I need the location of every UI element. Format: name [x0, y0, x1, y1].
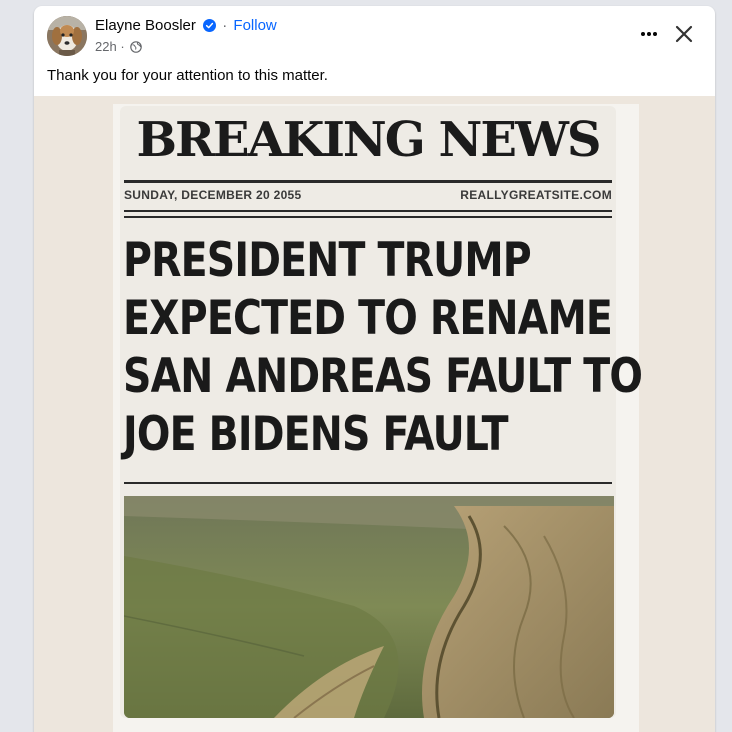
- verified-badge-icon: [203, 19, 217, 36]
- aerial-fault-photo: [124, 496, 614, 718]
- dog-avatar-image: [47, 16, 87, 56]
- post-card: Elayne Boosler · Follow 22h · Thank you …: [34, 6, 715, 732]
- post-timestamp[interactable]: 22h: [95, 39, 117, 54]
- headline-line: SAN ANDREAS FAULT TO: [123, 349, 643, 404]
- post-meta: 22h ·: [95, 39, 143, 56]
- author-avatar[interactable]: [47, 16, 87, 56]
- globe-icon[interactable]: [130, 41, 143, 56]
- post-media[interactable]: BREAKING NEWS SUNDAY, DECEMBER 20 2055 R…: [34, 96, 715, 732]
- newspaper-image: BREAKING NEWS SUNDAY, DECEMBER 20 2055 R…: [113, 104, 643, 732]
- headline-line: EXPECTED TO RENAME: [123, 291, 613, 346]
- post-caption: Thank you for your attention to this mat…: [47, 67, 328, 84]
- headline-line: JOE BIDENS FAULT: [123, 407, 509, 462]
- masthead-rule: [124, 180, 612, 183]
- newspaper-page: BREAKING NEWS SUNDAY, DECEMBER 20 2055 R…: [120, 106, 643, 718]
- post-header: Elayne Boosler · Follow 22h ·: [34, 6, 715, 66]
- follow-button[interactable]: Follow: [233, 17, 276, 34]
- more-options-icon[interactable]: [637, 24, 661, 44]
- masthead-text: BREAKING NEWS: [136, 112, 601, 168]
- headline-line: PRESIDENT TRUMP: [123, 233, 532, 288]
- name-separator: ·: [222, 17, 228, 34]
- dateline-rule-bottom: [124, 216, 612, 218]
- site-text: REALLYGREATSITE.COM: [460, 188, 612, 202]
- dateline-rule-top: [124, 210, 612, 212]
- dateline-text: SUNDAY, DECEMBER 20 2055: [124, 188, 302, 202]
- meta-separator: ·: [120, 39, 125, 54]
- author-line: Elayne Boosler · Follow: [95, 17, 277, 36]
- author-name[interactable]: Elayne Boosler: [95, 17, 196, 34]
- close-icon[interactable]: [672, 22, 696, 46]
- headline: PRESIDENT TRUMP EXPECTED TO RENAME SAN A…: [123, 232, 643, 464]
- photo-rule: [124, 482, 612, 484]
